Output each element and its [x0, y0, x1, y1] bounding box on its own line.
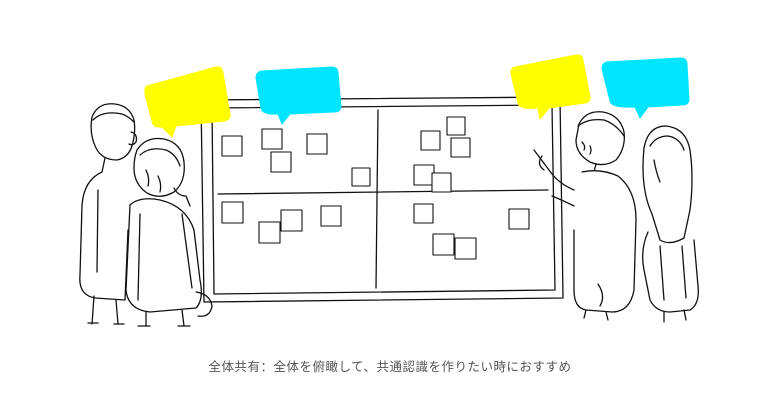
sticky-note-icon — [450, 137, 471, 158]
sticky-note-icon — [351, 167, 371, 187]
person-icon — [642, 125, 699, 323]
speech-bubble-icon — [144, 66, 231, 138]
sticky-note-icon — [258, 221, 281, 244]
speech-bubble-icon — [510, 54, 591, 121]
sticky-note-icon — [432, 233, 455, 256]
board-horizontal-divider — [217, 189, 549, 195]
speech-bubble-icon — [255, 66, 342, 125]
sticky-note-icon — [454, 237, 477, 260]
speech-bubble-cyan-left — [255, 66, 342, 125]
sticky-note-icon — [446, 116, 466, 136]
sticky-note-icon — [261, 128, 283, 150]
sticky-note-icon — [420, 130, 441, 151]
sticky-note-icon — [431, 172, 452, 193]
speech-bubble-yellow-right — [510, 54, 591, 121]
caption: 全体共有：全体を俯瞰して、共通認識を作りたい時におすすめ — [208, 359, 572, 374]
team-meeting-illustration — [79, 54, 699, 327]
sticky-note-icon — [413, 164, 435, 186]
speech-bubble-cyan-right — [601, 57, 690, 119]
sticky-note-icon — [413, 203, 434, 224]
sticky-notes — [221, 116, 530, 260]
sticky-note-icon — [320, 205, 342, 227]
sticky-note-icon — [221, 201, 244, 224]
speech-bubble-yellow-left — [144, 66, 231, 138]
person-icon — [533, 111, 637, 321]
illustration — [0, 0, 780, 400]
sticky-note-icon — [270, 151, 292, 173]
person-icon — [125, 137, 213, 327]
sticky-note-icon — [306, 133, 328, 155]
whiteboard-icon — [200, 96, 564, 303]
sticky-note-icon — [280, 209, 303, 232]
board-vertical-divider — [375, 109, 379, 289]
sticky-note-icon — [221, 135, 243, 157]
sticky-note-icon — [508, 208, 530, 230]
speech-bubble-icon — [601, 57, 690, 119]
